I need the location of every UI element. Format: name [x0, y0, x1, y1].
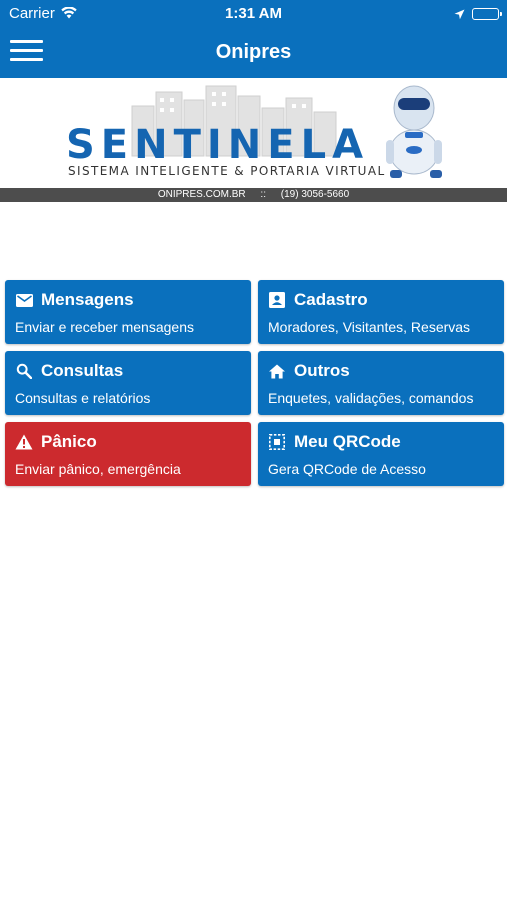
cadastro-button[interactable]: Cadastro Moradores, Visitantes, Reservas	[258, 280, 504, 344]
qrcode-description: Gera QRCode de Acesso	[268, 461, 426, 477]
mensagens-label: Mensagens	[41, 290, 134, 309]
sentinela-banner: SENTINELA SISTEMA INTELIGENTE & PORTARIA…	[0, 78, 507, 188]
mensagens-description: Enviar e receber mensagens	[15, 319, 194, 335]
separator-text: ::	[260, 189, 266, 200]
panico-description: Enviar pânico, emergência	[15, 461, 181, 477]
outros-description: Enquetes, validações, comandos	[268, 390, 474, 406]
cadastro-description: Moradores, Visitantes, Reservas	[268, 319, 471, 335]
status-bar: Carrier 1:31 AM	[0, 0, 507, 28]
brand-tagline: SISTEMA INTELIGENTE & PORTARIA VIRTUAL	[68, 164, 386, 178]
panico-button[interactable]: Pânico Enviar pânico, emergência	[5, 422, 251, 486]
location-arrow-icon	[454, 7, 465, 24]
brand-logo-text: SENTINELA	[66, 122, 370, 168]
consultas-button[interactable]: Consultas Consultas e relatórios	[5, 351, 251, 415]
panico-label: Pânico	[41, 432, 97, 451]
outros-label: Outros	[294, 361, 350, 380]
battery-icon	[472, 8, 502, 20]
outros-button[interactable]: Outros Enquetes, validações, comandos	[258, 351, 504, 415]
phone-text: (19) 3056-5660	[280, 189, 350, 200]
home-icon	[268, 362, 286, 380]
contact-card-icon	[268, 291, 286, 309]
consultas-label: Consultas	[41, 361, 124, 380]
qrcode-label: Meu QRCode	[294, 432, 401, 451]
consultas-description: Consultas e relatórios	[15, 390, 151, 406]
warning-icon	[15, 433, 33, 451]
mail-icon	[15, 291, 33, 309]
mensagens-button[interactable]: Mensagens Enviar e receber mensagens	[5, 280, 251, 344]
search-icon	[15, 362, 33, 380]
qrcode-button[interactable]: Meu QRCode Gera QRCode de Acesso	[258, 422, 504, 486]
robot-mascot-icon	[386, 85, 442, 178]
contact-strip: ONIPRES.COM.BR :: (19) 3056-5660	[0, 188, 507, 202]
page-title: Onipres	[215, 41, 292, 63]
cadastro-label: Cadastro	[294, 290, 368, 309]
website-text: ONIPRES.COM.BR	[157, 189, 246, 200]
qrcode-icon	[268, 433, 286, 451]
nav-bar: Onipres	[0, 28, 507, 78]
clock: 1:31 AM	[225, 5, 282, 22]
